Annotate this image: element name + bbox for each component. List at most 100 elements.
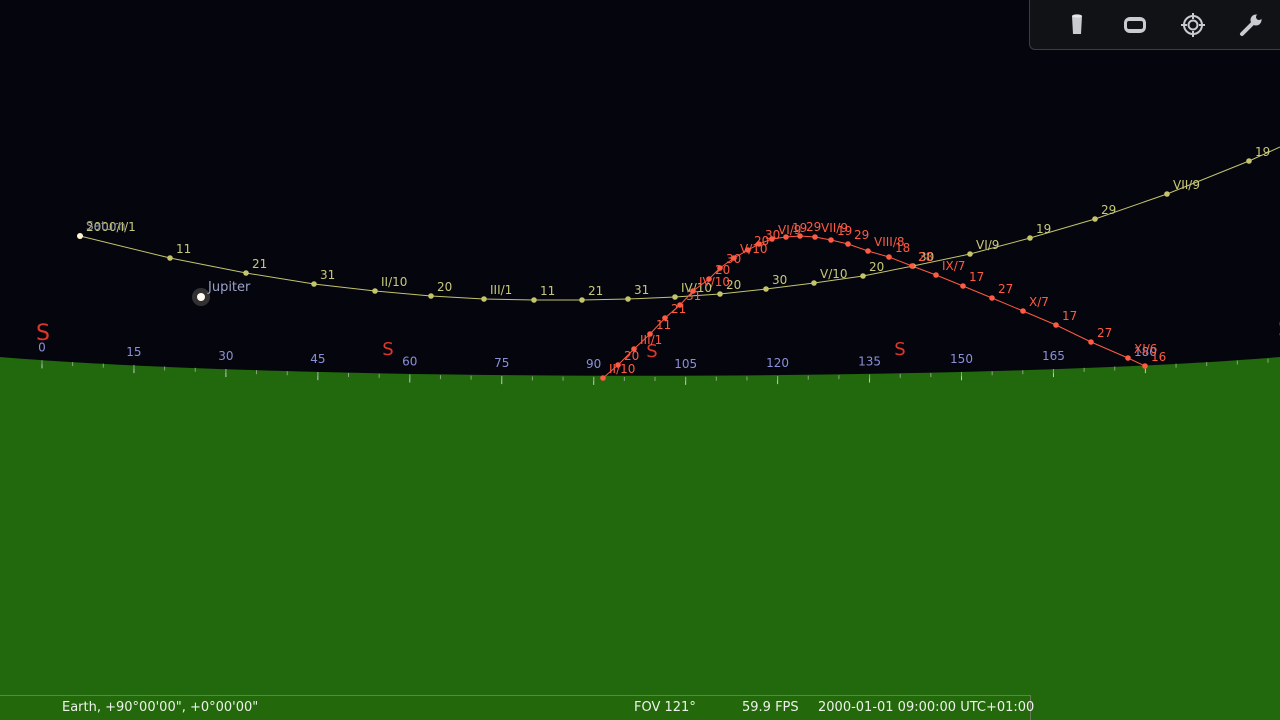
saturn-track-point	[811, 280, 817, 286]
azimuth-label: 15	[126, 345, 141, 359]
saturn-track-point	[717, 291, 723, 297]
fps-readout: 59.9 FPS	[742, 700, 799, 715]
azimuth-label: 60	[402, 355, 417, 369]
mars-track-point	[745, 247, 751, 253]
saturn-track-label: 11	[540, 284, 555, 298]
mars-track-point	[600, 375, 606, 381]
status-bar: Earth, +90°00'00", +0°00'00" FOV 121° 59…	[0, 695, 1034, 720]
mars-track-point	[909, 263, 915, 269]
saturn-track-point	[1027, 235, 1033, 241]
saturn-track-point	[481, 296, 487, 302]
mars-track-point	[1088, 339, 1094, 345]
saturn-track-point	[579, 297, 585, 303]
azimuth-label: 165	[1042, 349, 1065, 363]
ocular-view-button[interactable]	[1118, 8, 1152, 42]
saturn-track-point	[967, 251, 973, 257]
mars-track-label: 16	[1151, 350, 1166, 364]
mars-track-point	[828, 237, 834, 243]
azimuth-label: 120	[766, 356, 789, 370]
saturn-track-point	[167, 255, 173, 261]
telescope-icon	[1072, 14, 1082, 34]
saturn-track-point	[428, 293, 434, 299]
mars-track-label: 18	[895, 241, 910, 255]
saturn-track-label: 31	[634, 283, 649, 297]
mars-track-label: IX/7	[942, 259, 965, 273]
saturn-track-point	[1164, 191, 1170, 197]
settings-button[interactable]	[1234, 8, 1268, 42]
mars-track-point	[1142, 363, 1148, 369]
mars-track-label: X/7	[1029, 295, 1049, 309]
saturn-track-point	[243, 270, 249, 276]
saturn-track-point	[672, 294, 678, 300]
jupiter-label: Jupiter	[207, 280, 251, 295]
mars-track-point	[886, 254, 892, 260]
cardinal-label: S	[36, 321, 50, 346]
azimuth-label: 75	[494, 356, 509, 370]
azimuth-label: 45	[310, 352, 325, 366]
mars-track-point	[1020, 308, 1026, 314]
mars-track-label: 17	[969, 270, 984, 284]
mars-track-point	[756, 241, 762, 247]
saturn-track-label: VI/9	[976, 238, 999, 252]
sky-view[interactable]: 0153045607590105120135150165180 SSSSS 20…	[0, 0, 1280, 720]
mars-track-point	[933, 272, 939, 278]
saturn-track-label: 19	[1036, 222, 1051, 236]
saturn-track-label: 31	[320, 268, 335, 282]
azimuth-label: 135	[858, 355, 881, 369]
saturn-disc[interactable]	[77, 233, 83, 239]
ocular-view-icon	[1124, 17, 1146, 33]
ground-horizon	[0, 357, 1280, 720]
azimuth-label: 30	[218, 349, 233, 363]
mars-track-label: 28	[918, 250, 933, 264]
cardinal-label: S	[894, 339, 905, 360]
location-readout[interactable]: Earth, +90°00'00", +0°00'00"	[62, 696, 258, 720]
fov-readout: FOV 121°	[634, 700, 696, 715]
saturn-track-point	[311, 281, 317, 287]
saturn-track-label: 21	[588, 284, 603, 298]
saturn-track-point	[372, 288, 378, 294]
saturn-track-label: V/10	[820, 267, 848, 281]
mars-track-point	[677, 302, 683, 308]
mars-track-point	[647, 331, 653, 337]
azimuth-label: 90	[586, 357, 601, 371]
saturn-track-label: 19	[1255, 145, 1270, 159]
mars-track-label: 17	[1062, 309, 1077, 323]
mars-track-point	[731, 255, 737, 261]
mars-track-point	[717, 265, 723, 271]
mars-track-label: 27	[1097, 326, 1112, 340]
mars-track-point	[615, 362, 621, 368]
saturn-track-label: 11	[176, 242, 191, 256]
wrench-settings-icon	[1240, 14, 1262, 36]
mars-track-point	[1053, 322, 1059, 328]
saturn-track-label: 20	[869, 260, 884, 274]
mars-track-point	[783, 234, 789, 240]
mars-track-point	[797, 233, 803, 239]
cardinal-label: S	[382, 339, 393, 360]
saturn-track-point	[625, 296, 631, 302]
saturn-track-point	[1092, 216, 1098, 222]
mars-track-label: 20	[624, 349, 639, 363]
datetime-readout[interactable]: 2000-01-01 09:00:00 UTC+01:00	[818, 696, 1034, 720]
target-crosshair-button[interactable]	[1176, 8, 1210, 42]
mars-track-label: II/10	[609, 362, 635, 376]
saturn-track-label: 21	[252, 257, 267, 271]
mars-track-point	[989, 295, 995, 301]
saturn-track-label: 30	[772, 273, 787, 287]
mars-track-point	[662, 315, 668, 321]
saturn-track-label: VII/9	[1173, 178, 1200, 192]
saturn-track-point	[860, 273, 866, 279]
mars-track-label: 29	[806, 220, 821, 234]
mars-track-point	[812, 234, 818, 240]
saturn-track-point	[763, 286, 769, 292]
mars-track-point	[865, 248, 871, 254]
telescope-button[interactable]	[1060, 8, 1094, 42]
mars-track-label: 19	[837, 224, 852, 238]
saturn-track-point	[531, 297, 537, 303]
saturn-track-point	[1246, 158, 1252, 164]
saturn-track-label: 20	[437, 280, 452, 294]
mars-track-point	[769, 236, 775, 242]
saturn-label: Saturn	[86, 219, 126, 233]
mars-track-label: 29	[854, 228, 869, 242]
mars-track-label: IV/10	[699, 275, 730, 289]
jupiter-disc[interactable]	[197, 293, 205, 301]
